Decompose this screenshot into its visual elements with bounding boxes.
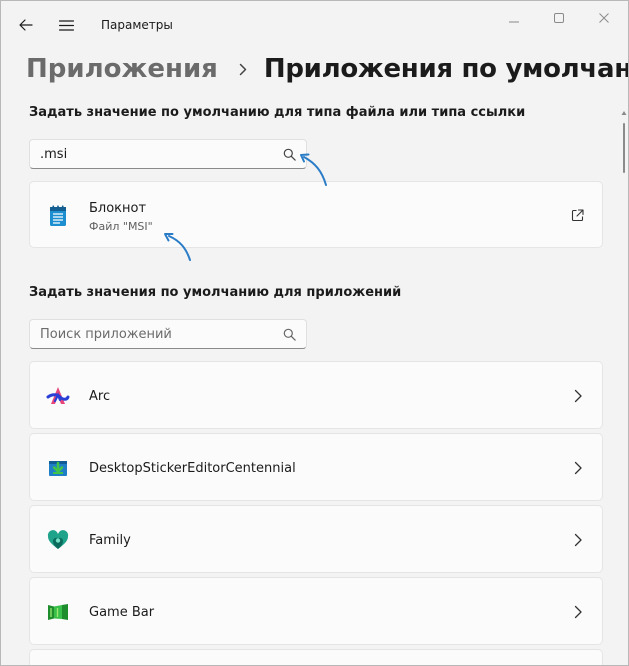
app-name: Arc: [89, 389, 111, 404]
family-heart-icon: [47, 530, 69, 549]
app-row-arc[interactable]: Arc: [29, 361, 603, 429]
apps-search-box[interactable]: [29, 319, 307, 349]
minimize-icon: [509, 21, 519, 23]
maximize-icon: [554, 13, 564, 23]
scroll-up-arrow-icon[interactable]: [621, 109, 627, 117]
chevron-right-icon: [574, 533, 582, 547]
breadcrumb: Приложения Приложения по умолчанию: [26, 49, 628, 89]
app-name: DesktopStickerEditorCentennial: [89, 461, 296, 476]
chevron-right-icon: [574, 389, 582, 403]
page-title: Приложения по умолчанию: [263, 54, 628, 84]
breadcrumb-separator: [228, 59, 258, 79]
app-name: Family: [89, 533, 131, 548]
app-name: Game Bar: [89, 605, 155, 620]
file-type-search-box[interactable]: [29, 139, 307, 169]
result-app-name: Блокнот: [89, 201, 147, 216]
navigation-menu-button[interactable]: [52, 11, 80, 39]
result-file-type: Файл "MSI": [89, 220, 153, 233]
app-row-partial[interactable]: [29, 649, 603, 665]
game-bar-icon: [48, 604, 68, 620]
chevron-right-icon: [574, 605, 582, 619]
title-bar: Параметры: [1, 1, 628, 51]
breadcrumb-parent-link[interactable]: Приложения: [26, 54, 218, 84]
apps-section-label: Задать значения по умолчанию для приложе…: [29, 285, 402, 300]
close-button[interactable]: [581, 1, 627, 35]
minimize-button[interactable]: [491, 1, 537, 35]
vertical-scrollbar[interactable]: [621, 109, 627, 654]
maximize-button[interactable]: [536, 1, 582, 35]
notepad-icon: [50, 205, 66, 226]
open-external-icon[interactable]: [571, 209, 584, 222]
back-button[interactable]: [12, 11, 40, 39]
chevron-right-icon: [574, 461, 582, 475]
search-icon[interactable]: [283, 148, 296, 161]
apps-search-input[interactable]: [30, 320, 270, 348]
sticker-editor-icon: [49, 461, 67, 476]
search-icon[interactable]: [283, 328, 296, 341]
file-type-search-input[interactable]: [30, 140, 270, 168]
settings-window: Параметры Приложения Приложения по умолч…: [0, 0, 629, 666]
app-row-game-bar[interactable]: Game Bar: [29, 577, 603, 645]
arc-browser-icon: [46, 387, 70, 404]
close-icon: [599, 13, 609, 23]
file-type-result-card[interactable]: Блокнот Файл "MSI": [29, 181, 603, 248]
app-title: Параметры: [101, 18, 173, 32]
arrow-left-icon: [19, 19, 33, 31]
app-row-desktopstickereditorcentennial[interactable]: DesktopStickerEditorCentennial: [29, 433, 603, 501]
scrollbar-thumb[interactable]: [623, 123, 625, 173]
file-type-section-label: Задать значение по умолчанию для типа фа…: [29, 105, 526, 120]
app-row-family[interactable]: Family: [29, 505, 603, 573]
hamburger-icon: [58, 19, 74, 31]
chevron-right-icon: [239, 63, 247, 75]
